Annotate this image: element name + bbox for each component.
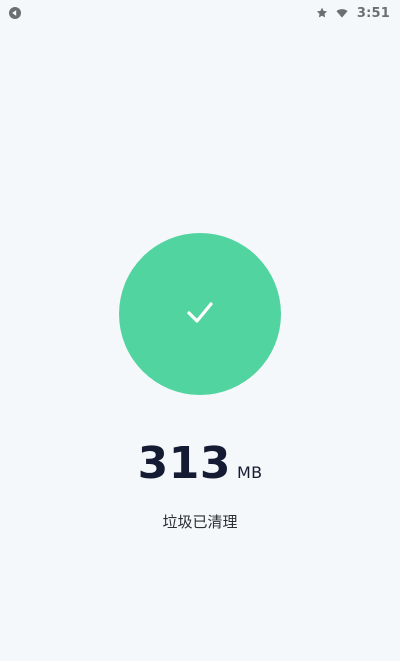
cleaned-size-value: 313 [137, 438, 231, 489]
cleaned-size-unit: MB [236, 463, 263, 482]
cleanup-result: 313 MB 垃圾已清理 [0, 0, 400, 661]
success-circle [119, 233, 281, 395]
cleaned-size: 313 MB [0, 442, 400, 486]
checkmark-icon [178, 290, 222, 338]
cleanup-message: 垃圾已清理 [162, 513, 238, 531]
